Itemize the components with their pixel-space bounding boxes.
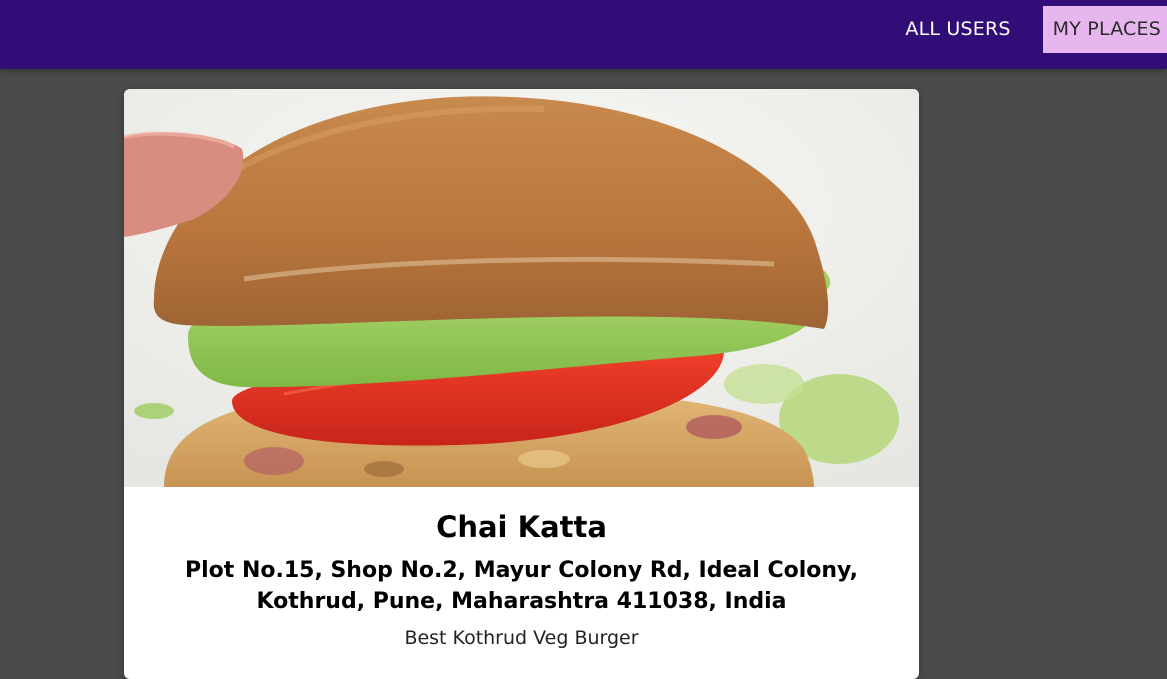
nav-link-my-places[interactable]: MY PLACES xyxy=(1042,6,1167,53)
place-image xyxy=(124,89,919,487)
place-title: Chai Katta xyxy=(436,510,607,544)
nav-links: ALL USERS MY PLACES xyxy=(895,6,1167,53)
place-info: Chai Katta Plot No.15, Shop No.2, Mayur … xyxy=(124,487,919,651)
place-description: Best Kothrud Veg Burger xyxy=(404,627,639,649)
place-address: Plot No.15, Shop No.2, Mayur Colony Rd, … xyxy=(184,558,859,614)
nav-link-all-users[interactable]: ALL USERS xyxy=(895,6,1020,53)
top-navbar: ALL USERS MY PLACES xyxy=(0,0,1167,69)
place-card: Chai Katta Plot No.15, Shop No.2, Mayur … xyxy=(124,89,919,679)
